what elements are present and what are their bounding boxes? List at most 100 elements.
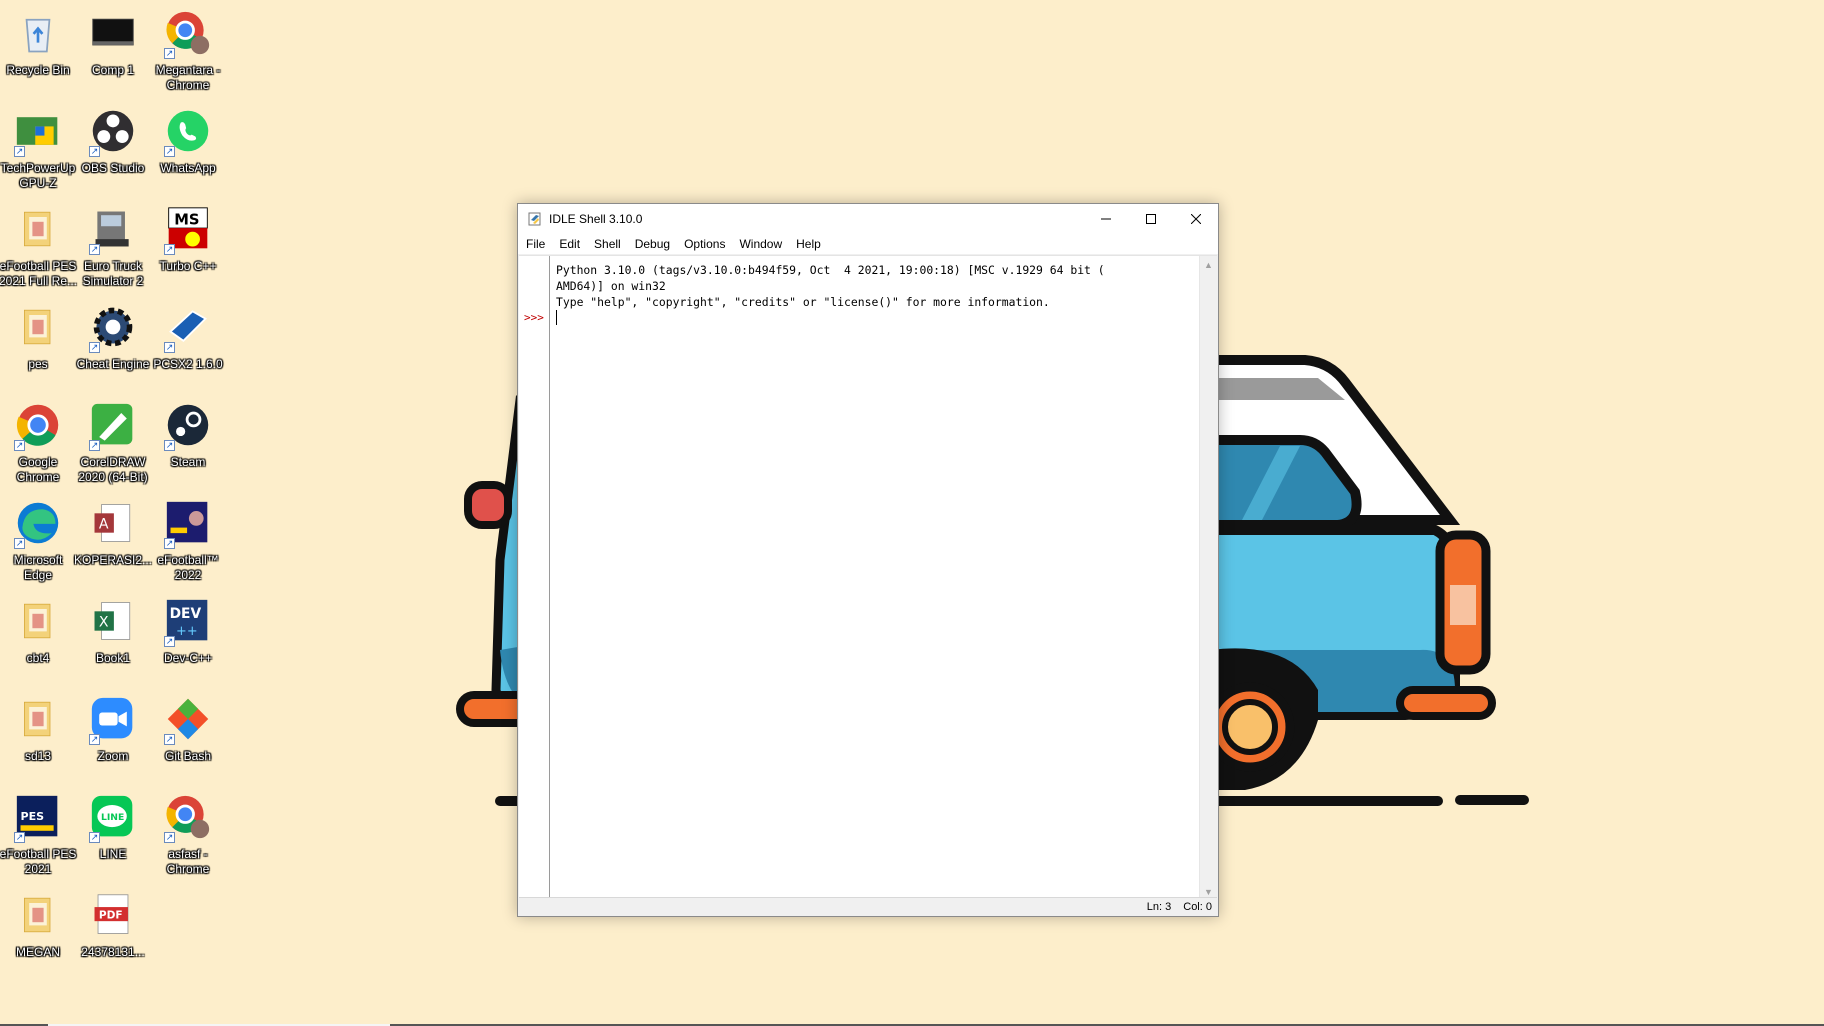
desktop-icon[interactable]: ↗ WhatsApp bbox=[150, 100, 226, 196]
desktop-icon[interactable]: ↗ Zoom bbox=[75, 688, 151, 784]
desktop-icon-label: asfasf - Chrome bbox=[166, 847, 210, 876]
shell-prompt: >>> bbox=[524, 311, 544, 324]
shortcut-arrow-icon: ↗ bbox=[164, 146, 175, 157]
desktop-icon-label: Steam bbox=[170, 455, 206, 469]
shortcut-arrow-icon: ↗ bbox=[164, 636, 175, 647]
scroll-up-icon[interactable]: ▲ bbox=[1200, 256, 1217, 273]
desktop-icon[interactable]: MS ↗ Turbo C++ bbox=[150, 198, 226, 294]
folder-icon bbox=[13, 694, 63, 744]
text-cursor bbox=[556, 310, 557, 325]
desktop-icon[interactable]: eFootball PES 2021 Full Re... bbox=[0, 198, 78, 294]
desktop-icon-label: eFootball PES 2021 Full Re... bbox=[0, 259, 78, 288]
desktop-icon-label: Euro Truck Simulator 2 bbox=[82, 259, 144, 288]
desktop-icon[interactable]: MEGAN bbox=[0, 884, 76, 980]
desktop-icon[interactable]: pes bbox=[0, 296, 76, 392]
shortcut-arrow-icon: ↗ bbox=[164, 48, 175, 59]
desktop-icon[interactable]: ↗ CorelDRAW 2020 (64-Bit) bbox=[75, 394, 151, 490]
obs-icon: ↗ bbox=[88, 106, 138, 157]
desktop-icon[interactable]: ↗ Euro Truck Simulator 2 bbox=[75, 198, 151, 294]
desktop-icon[interactable]: ↗ Google Chrome bbox=[0, 394, 76, 490]
window-title: IDLE Shell 3.10.0 bbox=[549, 212, 643, 226]
desktop-icon[interactable]: sd13 bbox=[0, 688, 76, 784]
menu-options[interactable]: Options bbox=[677, 237, 732, 251]
shortcut-arrow-icon: ↗ bbox=[164, 734, 175, 745]
desktop-icon[interactable]: ↗ asfasf - Chrome bbox=[150, 786, 226, 882]
desktop-icon[interactable]: ↗ OBS Studio bbox=[75, 100, 151, 196]
svg-text:MS: MS bbox=[174, 211, 199, 228]
desktop-icon-label: TechPowerUp GPU-Z bbox=[0, 161, 76, 190]
efootball-icon: ↗ bbox=[163, 498, 213, 549]
shortcut-arrow-icon: ↗ bbox=[164, 440, 175, 451]
status-column: Col: 0 bbox=[1183, 900, 1212, 913]
maximize-icon bbox=[1145, 214, 1156, 224]
menu-edit[interactable]: Edit bbox=[552, 237, 587, 251]
edge-icon: ↗ bbox=[13, 498, 63, 549]
desktop-icon[interactable]: DEV ++ ↗ Dev-C++ bbox=[150, 590, 226, 686]
whatsapp-icon: ↗ bbox=[163, 106, 213, 157]
desktop-icon-label: eFootball PES 2021 bbox=[0, 847, 77, 876]
desktop-icon-label: Zoom bbox=[97, 749, 129, 763]
folder-icon bbox=[13, 204, 63, 254]
shortcut-arrow-icon: ↗ bbox=[14, 832, 25, 843]
desktop-icon-label: Google Chrome bbox=[16, 455, 60, 484]
desktop-icon-label: 24378131... bbox=[81, 945, 145, 959]
menu-file[interactable]: File bbox=[518, 237, 552, 251]
desktop-icon[interactable]: cbt4 bbox=[0, 590, 76, 686]
desktop-icon[interactable]: ↗ Microsoft Edge bbox=[0, 492, 76, 588]
desktop-icon-label: Megantara - Chrome bbox=[155, 63, 221, 92]
menu-shell[interactable]: Shell bbox=[587, 237, 628, 251]
desktop-icon[interactable]: ↗ TechPowerUp GPU-Z bbox=[0, 100, 76, 196]
shortcut-arrow-icon: ↗ bbox=[14, 440, 25, 451]
folder-icon bbox=[13, 596, 63, 646]
desktop-icon[interactable]: X Book1 bbox=[75, 590, 151, 686]
shortcut-arrow-icon: ↗ bbox=[89, 832, 100, 843]
desktop-icon[interactable]: ↗ Megantara - Chrome bbox=[150, 2, 226, 98]
idle-shell-window[interactable]: IDLE Shell 3.10.0 File Edit Shell Debug … bbox=[517, 203, 1219, 917]
desktop-icon[interactable]: ↗ Cheat Engine bbox=[75, 296, 151, 392]
shortcut-arrow-icon: ↗ bbox=[89, 244, 100, 255]
vertical-scrollbar[interactable]: ▲ ▼ bbox=[1199, 256, 1217, 900]
desktop-icon[interactable]: ↗ eFootball™ 2022 bbox=[150, 492, 226, 588]
desktop-icon[interactable]: PES ↗ eFootball PES 2021 bbox=[0, 786, 76, 882]
recycle-bin-icon bbox=[13, 8, 63, 58]
shortcut-arrow-icon: ↗ bbox=[89, 440, 100, 451]
desktop-icon[interactable]: Recycle Bin bbox=[0, 2, 76, 98]
chrome-profile-icon: ↗ bbox=[163, 792, 213, 843]
maximize-button[interactable] bbox=[1128, 204, 1173, 234]
close-button[interactable] bbox=[1173, 204, 1218, 234]
menu-window[interactable]: Window bbox=[732, 237, 789, 251]
desktop-icon[interactable]: ↗ PCSX2 1.6.0 bbox=[150, 296, 226, 392]
minimize-button[interactable] bbox=[1083, 204, 1128, 234]
desktop-icon[interactable]: ↗ Git Bash bbox=[150, 688, 226, 784]
desktop-icon-label: cbt4 bbox=[26, 651, 50, 665]
shortcut-arrow-icon: ↗ bbox=[164, 244, 175, 255]
shortcut-arrow-icon: ↗ bbox=[14, 146, 25, 157]
desktop-icon-label: Microsoft Edge bbox=[13, 553, 63, 582]
prompt-gutter: >>> bbox=[519, 256, 550, 900]
desktop-icon[interactable]: PDF 24378131... bbox=[75, 884, 151, 980]
close-icon bbox=[1190, 214, 1201, 224]
menu-debug[interactable]: Debug bbox=[628, 237, 677, 251]
title-bar[interactable]: IDLE Shell 3.10.0 bbox=[518, 204, 1218, 234]
status-line: Ln: 3 bbox=[1146, 900, 1172, 913]
svg-text:PDF: PDF bbox=[99, 910, 123, 922]
zoom-icon: ↗ bbox=[88, 694, 138, 745]
video-file-icon bbox=[88, 8, 138, 58]
chrome-profile-icon: ↗ bbox=[163, 8, 213, 59]
shell-text-area[interactable]: >>> Python 3.10.0 (tags/v3.10.0:b494f59,… bbox=[519, 255, 1217, 900]
desktop-icon-label: Turbo C++ bbox=[159, 259, 217, 273]
shortcut-arrow-icon: ↗ bbox=[164, 538, 175, 549]
svg-text:DEV: DEV bbox=[170, 606, 202, 622]
desktop-icon-label: pes bbox=[28, 357, 48, 371]
cheat-engine-icon: ↗ bbox=[88, 302, 138, 353]
desktop-icon[interactable]: LINE ↗ LINE bbox=[75, 786, 151, 882]
steam-icon: ↗ bbox=[163, 400, 213, 451]
svg-text:X: X bbox=[99, 614, 109, 630]
shortcut-arrow-icon: ↗ bbox=[89, 342, 100, 353]
truck-icon: ↗ bbox=[88, 204, 138, 255]
desktop-icon-label: Cheat Engine bbox=[76, 357, 150, 371]
desktop-icon[interactable]: ↗ Steam bbox=[150, 394, 226, 490]
desktop-icon[interactable]: A KOPERASI2... bbox=[74, 492, 152, 588]
menu-help[interactable]: Help bbox=[789, 237, 828, 251]
desktop-icon[interactable]: Comp 1 bbox=[75, 2, 151, 98]
